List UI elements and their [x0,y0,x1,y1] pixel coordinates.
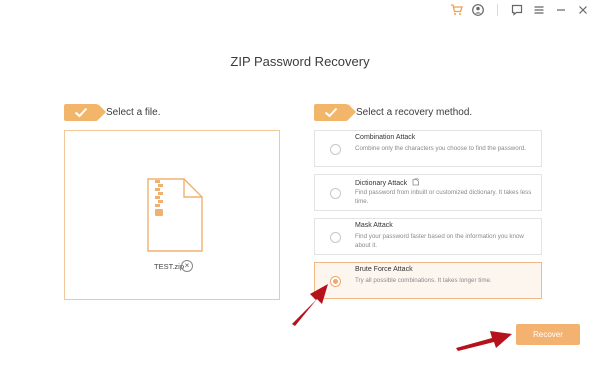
annotation-arrow-icon [456,331,512,351]
file-name: TEST.zip [154,262,185,271]
method-description: Combine only the characters you choose t… [355,145,526,152]
method-title-text: Dictionary Attack [355,180,408,187]
method-brute-force-attack[interactable]: Brute Force Attack Try all possible comb… [314,262,542,299]
method-title: Dictionary Attack [355,178,420,187]
radio-button[interactable] [330,144,341,155]
remove-file-button[interactable]: × [181,260,193,272]
dictionary-file-icon[interactable] [412,178,420,186]
check-icon [74,107,88,118]
method-description: Find password from inbuilt or customized… [355,189,532,205]
select-method-label: Select a recovery method. [356,107,473,118]
annotation-arrow-icon [292,284,328,326]
cart-icon[interactable] [449,3,463,17]
method-dictionary-attack[interactable]: Dictionary Attack Find password from inb… [314,174,542,211]
account-icon[interactable] [471,3,485,17]
radio-button[interactable] [330,232,341,243]
check-icon [324,107,338,118]
feedback-icon[interactable] [510,3,524,17]
step-check-badge [64,104,106,121]
select-file-label: Select a file. [106,107,161,118]
recover-button[interactable]: Recover [516,324,580,345]
step-check-badge [314,104,356,121]
menu-icon[interactable] [532,3,546,17]
method-mask-attack[interactable]: Mask Attack Find your password faster ba… [314,218,542,255]
close-icon[interactable] [576,3,590,17]
minimize-icon[interactable] [554,3,568,17]
method-title: Combination Attack [355,134,416,141]
page-title: ZIP Password Recovery [230,54,370,69]
radio-button[interactable] [330,188,341,199]
toolbar-divider [497,4,498,16]
method-description: Find your password faster based on the i… [355,233,524,249]
method-description: Try all possible combinations. It takes … [355,277,492,284]
method-combination-attack[interactable]: Combination Attack Combine only the char… [314,130,542,167]
method-title: Brute Force Attack [355,266,413,273]
method-title: Mask Attack [355,222,393,229]
titlebar-controls [449,3,590,17]
zip-file-icon [147,178,203,257]
